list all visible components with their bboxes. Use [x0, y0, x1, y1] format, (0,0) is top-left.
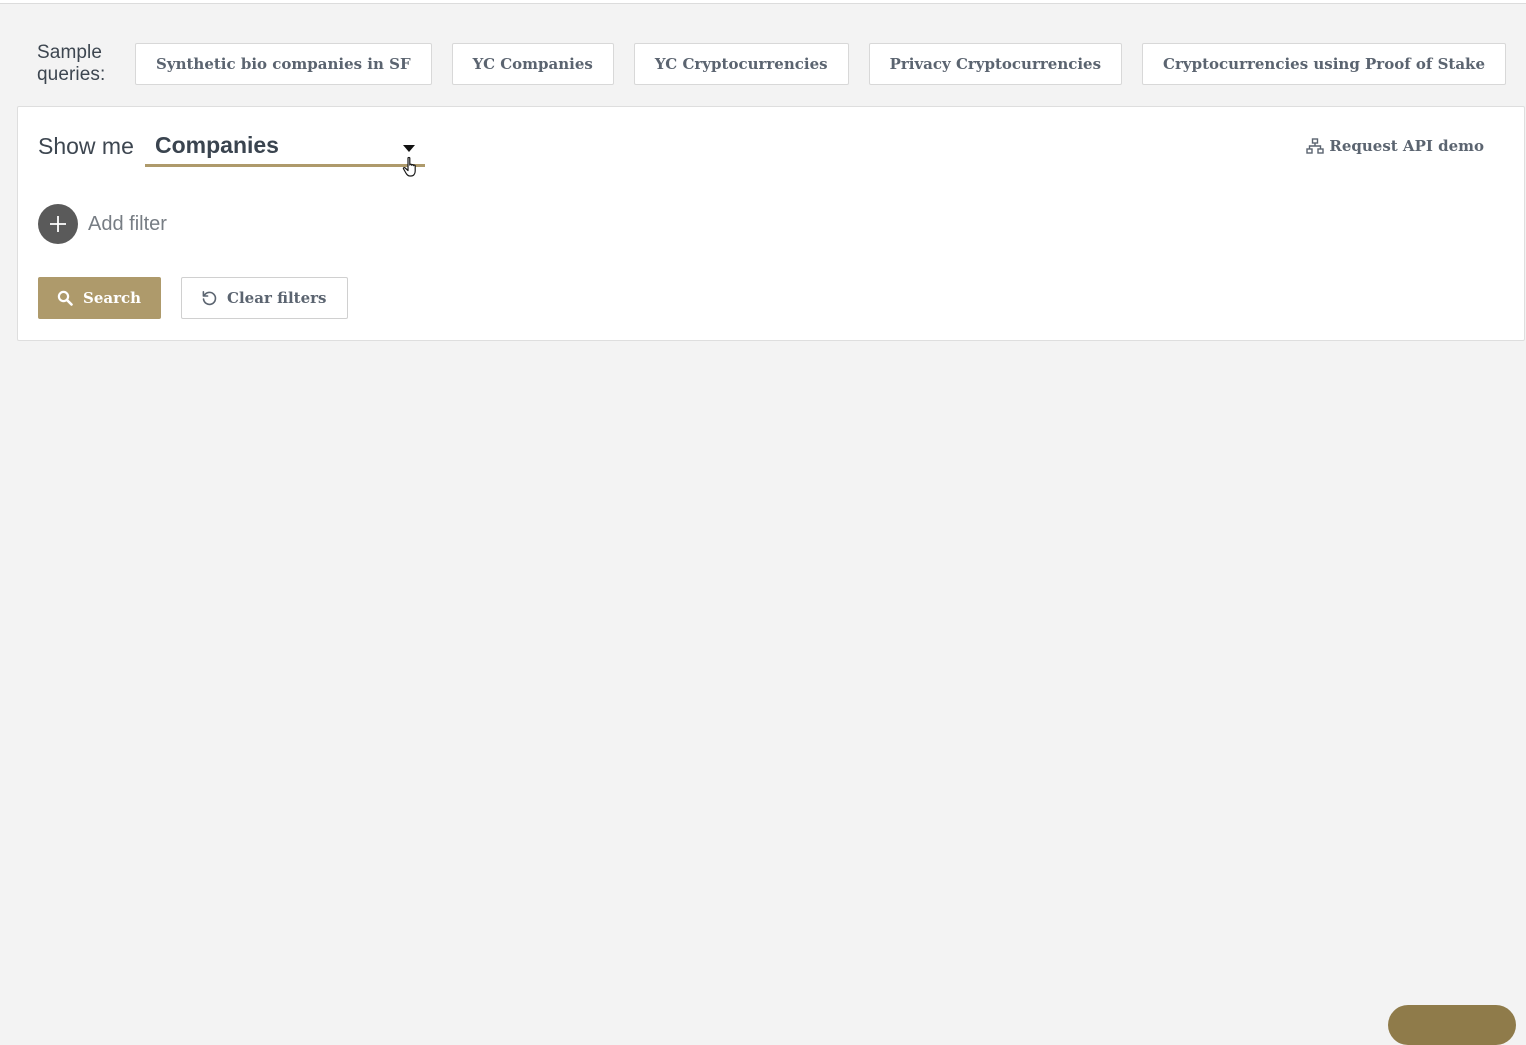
sample-query-synthetic-bio-button[interactable]: Synthetic bio companies in SF: [135, 43, 432, 85]
plus-circle-icon: [38, 204, 78, 244]
show-me-label: Show me: [38, 133, 134, 159]
search-icon: [57, 290, 73, 306]
hand-pointer-cursor-icon: [402, 156, 416, 177]
entity-type-select[interactable]: Companies: [145, 129, 425, 167]
caret-down-icon: [403, 145, 415, 152]
chat-widget-button[interactable]: [1388, 1005, 1516, 1045]
query-builder-panel: Show me Companies Request API demo Add f…: [17, 106, 1525, 341]
sample-query-proof-of-stake-button[interactable]: Cryptocurrencies using Proof of Stake: [1142, 43, 1506, 85]
sample-query-privacy-cryptocurrencies-button[interactable]: Privacy Cryptocurrencies: [868, 43, 1123, 85]
sample-queries-label: Sample queries:: [37, 42, 106, 85]
sitemap-icon: [1306, 138, 1325, 154]
clear-filters-label: Clear filters: [227, 289, 327, 307]
clear-filters-button[interactable]: Clear filters: [181, 277, 348, 319]
action-buttons: Search Clear filters: [38, 277, 348, 319]
entity-type-selected-value: Companies: [155, 132, 279, 158]
search-button-label: Search: [83, 289, 142, 307]
sample-query-yc-cryptocurrencies-button[interactable]: YC Cryptocurrencies: [633, 43, 849, 85]
undo-icon: [202, 290, 217, 305]
add-filter-label: Add filter: [88, 212, 167, 235]
request-api-demo-link[interactable]: Request API demo: [1306, 137, 1484, 155]
sample-query-yc-companies-button[interactable]: YC Companies: [451, 43, 614, 85]
request-api-demo-label: Request API demo: [1329, 137, 1484, 155]
search-button[interactable]: Search: [38, 277, 162, 319]
sample-queries-bar: Sample queries: Synthetic bio companies …: [37, 42, 1526, 85]
add-filter-button[interactable]: Add filter: [38, 204, 167, 244]
top-divider: [0, 0, 1526, 4]
